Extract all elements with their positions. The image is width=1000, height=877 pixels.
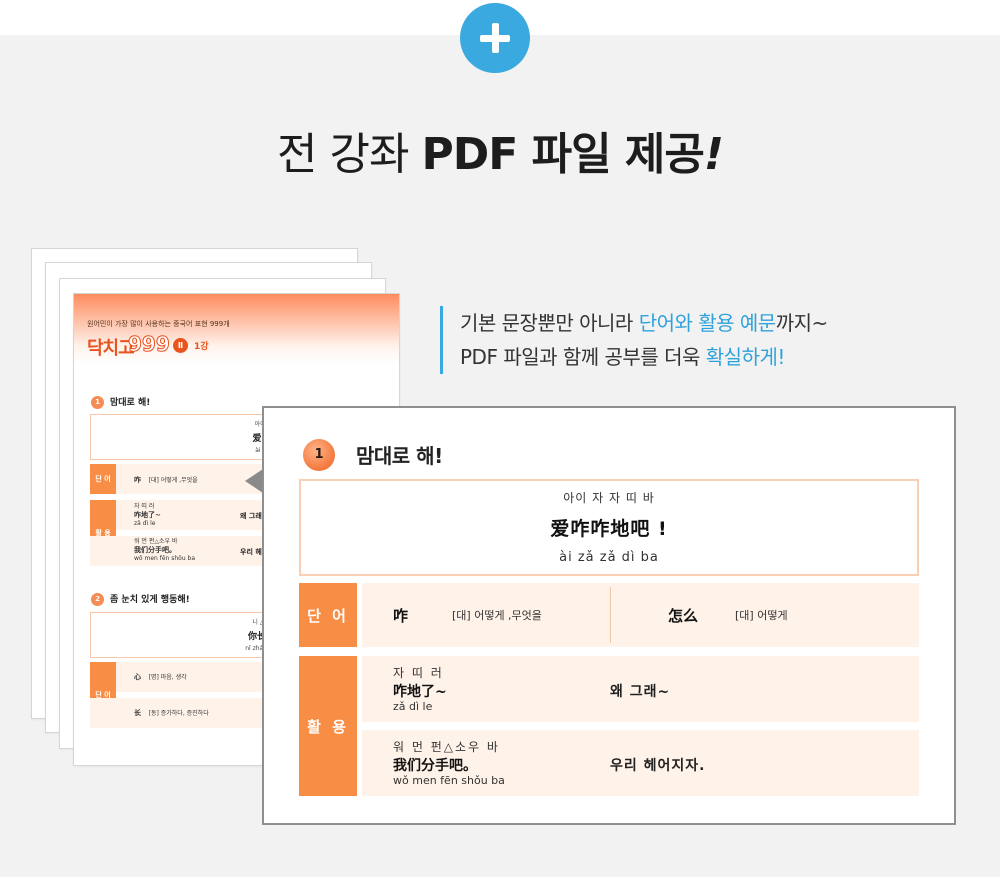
word-meaning: [대] 어떻게 ,무엇을: [452, 609, 542, 622]
usage-chinese: 咋地了~: [393, 684, 447, 700]
usage-pinyin: zǎ dì le: [393, 700, 433, 713]
mini-use-korean: 우리 헤: [240, 548, 262, 556]
zoom-pointer-icon: [245, 469, 263, 493]
mini-use-pron: 워 먼 펀△소우 바: [134, 538, 178, 545]
headline-light: 전 강좌: [277, 129, 422, 180]
section-title: 맘대로 해!: [356, 444, 443, 468]
mini-word-cell: 长 [동] 증가하다, 증진하다: [134, 709, 209, 718]
mini-word-zh: 咋: [134, 476, 141, 484]
mini-word-meaning: [명] 마음, 생각: [148, 674, 187, 681]
mini-word-label: 단 어: [90, 464, 116, 494]
mini-title: 닥치고: [87, 338, 135, 359]
mini-use-cell: 자 띠 러 咋地了~ zǎ dì le: [134, 503, 161, 528]
mini-word-zh: 心: [134, 673, 141, 681]
desc-text: PDF 파일과 함께 공부를 더욱: [460, 345, 706, 369]
headline-exclamation: !: [703, 129, 724, 180]
word-divider: [610, 587, 611, 643]
headline-bold: PDF 파일 제공: [421, 129, 704, 180]
mini-roman-badge: Ⅱ: [173, 338, 188, 353]
word-meaning: [대] 어떻게: [735, 609, 788, 622]
mini-use-zh: 咋地了~: [134, 511, 161, 519]
usage-label: 활 용: [299, 656, 357, 796]
mini-section-number: 2: [91, 593, 104, 606]
zoomed-detail-card: 1 맘대로 해! 아이 자 자 띠 바 爱咋咋地吧 ! ài zǎ zǎ dì …: [262, 406, 956, 825]
usage-row: 자 띠 러 咋地了~ zǎ dì le 왜 그래~: [362, 656, 919, 722]
usage-pinyin: wǒ men fēn shǒu ba: [393, 774, 505, 787]
mini-lesson: 1강: [194, 342, 209, 352]
desc-highlight: 단어와 활용 예문: [638, 311, 777, 335]
mini-word-cell: 咋 [대] 어떻게 ,무엇을: [134, 476, 198, 485]
mini-use-zh: 我们分手吧。: [134, 546, 176, 554]
desc-text: 기본 문장뿐만 아니라: [460, 311, 639, 335]
sentence-pinyin: ài zǎ zǎ dì ba: [559, 550, 659, 565]
plus-icon: [460, 3, 530, 73]
mini-use-pron: 자 띠 러: [134, 503, 155, 510]
mini-subtitle: 원어민이 가장 많이 사용하는 중국어 표현 999개: [87, 320, 230, 328]
desc-text: 까지~: [775, 311, 829, 335]
description-line-1: 기본 문장뿐만 아니라 단어와 활용 예문까지~: [460, 306, 828, 340]
mini-word-cell: 心 [명] 마음, 생각: [134, 673, 187, 682]
section-number-badge: 1: [303, 439, 335, 471]
mini-use-korean: 왜 그래: [240, 512, 262, 520]
mini-section-title: 맘대로 해!: [110, 398, 151, 408]
mini-word-meaning: [대] 어떻게 ,무엇을: [148, 477, 198, 484]
usage-pronunciation: 자 띠 러: [393, 666, 444, 680]
usage-chinese: 我们分手吧。: [393, 758, 477, 774]
word-chinese: 怎么: [668, 607, 699, 625]
mini-word-meaning: [동] 증가하다, 증진하다: [148, 710, 209, 717]
word-chinese: 咋: [393, 607, 409, 625]
sentence-pronunciation: 아이 자 자 띠 바: [563, 491, 655, 505]
mini-use-pinyin: zǎ dì le: [134, 520, 156, 527]
description-line-2: PDF 파일과 함께 공부를 더욱 확실하게!: [460, 340, 828, 374]
usage-row: 워 먼 펀△소우 바 我们分手吧。 wǒ men fēn shǒu ba 우리 …: [362, 730, 919, 796]
sentence-chinese: 爱咋咋地吧 !: [550, 518, 668, 540]
mini-use-pinyin: wǒ men fēn shǒu ba: [134, 555, 196, 562]
feature-description: 기본 문장뿐만 아니라 단어와 활용 예문까지~ PDF 파일과 함께 공부를 …: [440, 306, 828, 374]
mini-word-zh: 长: [134, 709, 141, 717]
mini-use-cell: 워 먼 펀△소우 바 我们分手吧。 wǒ men fēn shǒu ba: [134, 538, 195, 563]
mini-section-1-heading: 1 맘대로 해!: [91, 395, 150, 409]
mini-number: 999: [128, 332, 171, 357]
mini-section-2-heading: 2 좀 눈치 있게 행동해!: [91, 592, 190, 606]
desc-highlight: 확실하게!: [705, 345, 786, 369]
usage-pronunciation: 워 먼 펀△소우 바: [393, 740, 500, 754]
word-row: 咋 [대] 어떻게 ,무엇을 怎么 [대] 어떻게: [362, 583, 919, 647]
usage-korean: 왜 그래~: [610, 684, 671, 700]
mini-section-title: 좀 눈치 있게 행동해!: [110, 595, 190, 605]
page-headline: 전 강좌 PDF 파일 제공!: [0, 118, 1000, 182]
usage-korean: 우리 헤어지자.: [610, 758, 706, 774]
word-label: 단 어: [299, 583, 357, 647]
sentence-box: 아이 자 자 띠 바 爱咋咋地吧 ! ài zǎ zǎ dì ba: [299, 479, 919, 576]
mini-section-number: 1: [91, 396, 104, 409]
